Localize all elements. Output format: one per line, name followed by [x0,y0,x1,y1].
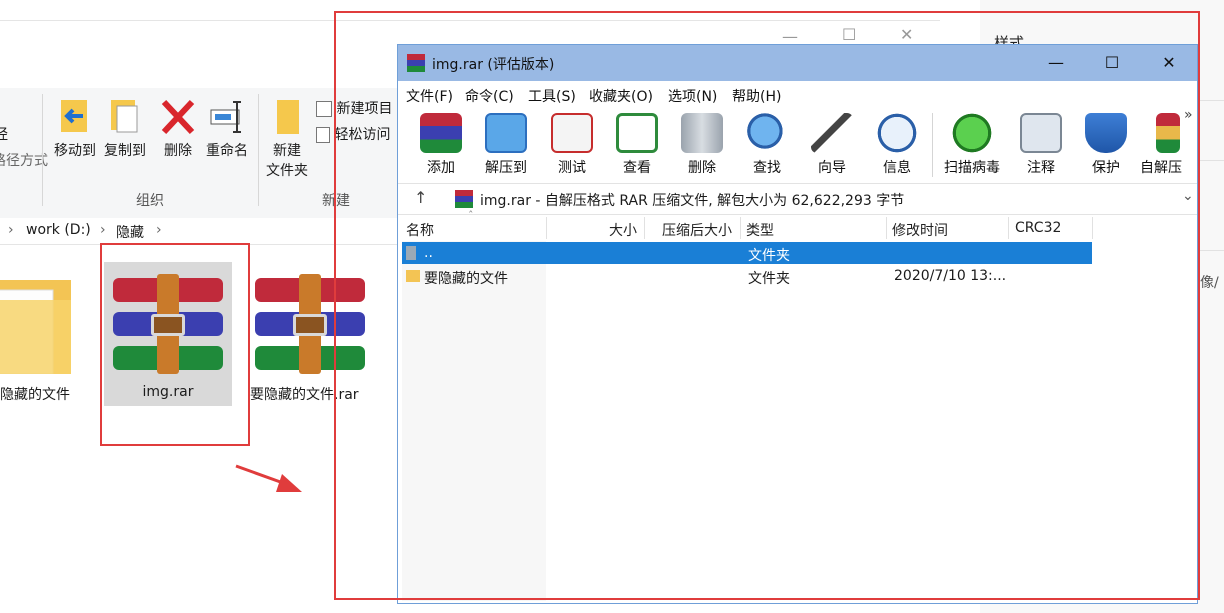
move-to-icon [61,100,87,132]
ribbon-partial-label[interactable]: 经 [0,124,8,144]
ribbon-separator [258,94,259,206]
breadcrumb-chevron-icon: › [8,222,14,238]
new-folder-icon [277,100,299,134]
move-to-button[interactable]: 移动到 [50,98,100,160]
easy-access-icon [316,127,330,143]
rename-icon [210,101,241,133]
new-folder-label-line1: 新建 [273,143,301,159]
breadcrumb-drive[interactable]: work (D:) [26,222,91,238]
new-folder-label-line2: 文件夹 [266,163,308,179]
breadcrumb-chevron-icon: › [100,222,106,238]
new-folder-button[interactable]: 新建 文件夹 [262,98,312,180]
ribbon-partial-label[interactable]: 路径方式 [0,150,48,170]
breadcrumb-chevron-icon: › [156,222,162,238]
group-label-organize: 组织 [136,193,164,209]
delete-x-icon [161,99,195,135]
rename-button[interactable]: 重命名 [202,98,252,160]
folder-icon [0,280,71,375]
archive-buckle [293,314,327,336]
file-tile-folder[interactable] [0,270,80,378]
delete-button[interactable]: 删除 [158,98,198,160]
ribbon-separator [42,94,43,206]
copy-to-button[interactable]: 复制到 [100,98,150,160]
rename-label: 重命名 [206,143,248,159]
breadcrumb-folder[interactable]: 隐藏 [116,222,144,242]
annotation-box-window [334,11,1200,600]
delete-label: 删除 [164,143,192,159]
details-pane-text: 像/ [1200,275,1219,291]
move-to-label: 移动到 [54,143,96,159]
file-name[interactable]: 隐藏的文件 [0,384,70,404]
new-item-icon [316,101,332,117]
copy-to-label: 复制到 [104,143,146,159]
annotation-box-file [100,243,250,446]
copy-to-icon [111,100,138,133]
annotation-arrow-icon [235,464,302,492]
